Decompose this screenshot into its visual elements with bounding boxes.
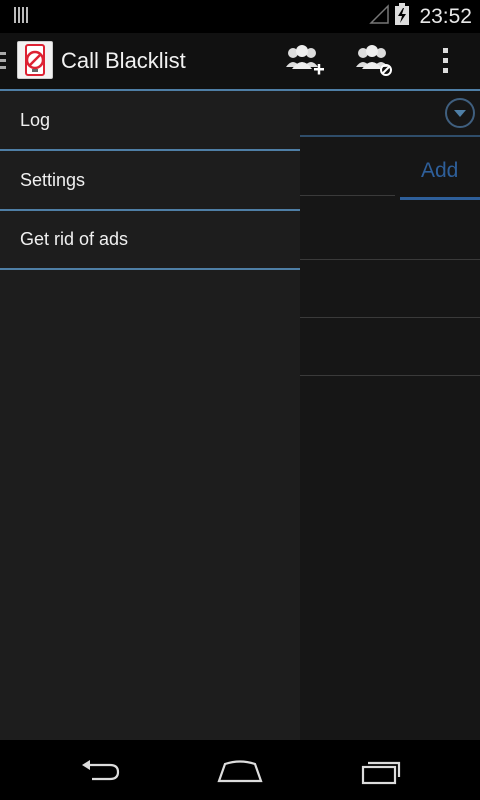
drawer-item-remove-ads[interactable]: Get rid of ads: [0, 210, 300, 270]
block-contacts-icon[interactable]: [352, 41, 396, 81]
list-divider: [300, 259, 480, 260]
add-contact-icon[interactable]: [282, 41, 326, 81]
blocked-phone-icon[interactable]: [17, 41, 53, 79]
spinner-underline: [300, 135, 480, 137]
back-icon[interactable]: [70, 754, 130, 788]
input-underline: [300, 195, 395, 196]
drawer-item-label: Log: [20, 110, 51, 130]
drawer-item-label: Get rid of ads: [20, 229, 129, 249]
notification-bars-icon: [14, 7, 30, 23]
list-divider: [300, 375, 480, 376]
battery-charging-icon: [395, 3, 410, 30]
recent-apps-icon[interactable]: [352, 754, 412, 788]
action-bar: Call Blacklist: [0, 33, 480, 89]
chevron-down-icon[interactable]: [444, 97, 476, 129]
app-title: Call Blacklist: [61, 48, 186, 73]
drawer-item-settings[interactable]: Settings: [0, 151, 300, 211]
main-content: Add: [300, 91, 480, 740]
drawer-indicator-icon[interactable]: [0, 52, 6, 70]
home-icon[interactable]: [210, 754, 270, 788]
system-nav-bar: [0, 740, 480, 800]
status-bar: 23:52: [0, 0, 480, 33]
add-button[interactable]: Add: [421, 159, 458, 183]
clock: 23:52: [419, 4, 472, 28]
drawer-item-log[interactable]: Log: [0, 91, 300, 151]
signal-icon: [369, 4, 390, 29]
drawer-item-label: Settings: [20, 170, 86, 190]
list-divider: [300, 317, 480, 318]
navigation-drawer: Log Settings Get rid of ads: [0, 91, 300, 740]
add-button-underline: [400, 197, 480, 200]
overflow-menu-icon[interactable]: [424, 41, 468, 81]
